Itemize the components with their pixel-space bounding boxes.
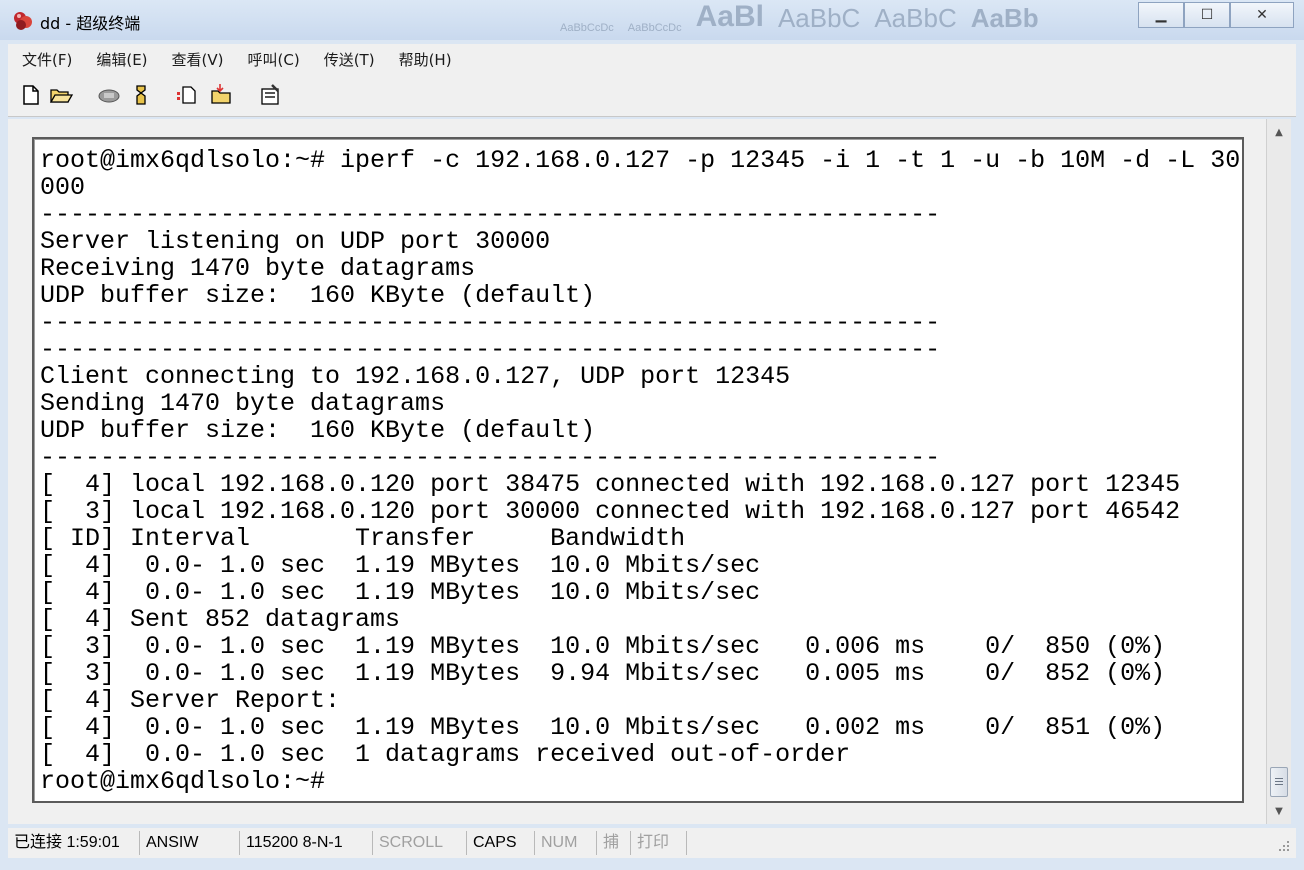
minimize-button[interactable]: ▁ [1138, 2, 1184, 28]
scroll-thumb[interactable] [1270, 767, 1288, 797]
terminal-prompt: root@imx6qdlsolo:~# [40, 767, 326, 796]
new-document-icon[interactable] [18, 82, 44, 108]
terminal-line: [ 3] local 192.168.0.120 port 30000 conn… [40, 497, 1181, 526]
terminal-line: UDP buffer size: 160 KByte (default) [40, 281, 596, 310]
terminal-line: Sending 1470 byte datagrams [40, 389, 446, 418]
phone-icon[interactable] [96, 82, 122, 108]
terminal-line: UDP buffer size: 160 KByte (default) [40, 416, 596, 445]
terminal-line: [ 4] 0.0- 1.0 sec 1 datagrams received o… [40, 740, 851, 769]
status-print: 打印 [631, 831, 687, 855]
terminal-line: [ 4] 0.0- 1.0 sec 1.19 MBytes 10.0 Mbits… [40, 551, 761, 580]
maximize-button[interactable]: ☐ [1184, 2, 1230, 28]
terminal-line: [ 4] Sent 852 datagrams [40, 605, 401, 634]
terminal-line: [ 4] local 192.168.0.120 port 38475 conn… [40, 470, 1181, 499]
menu-help[interactable]: 帮助(H) [385, 49, 462, 70]
terminal-line: [ 4] Server Report: [40, 686, 341, 715]
disconnect-icon[interactable] [128, 82, 154, 108]
window-controls: ▁ ☐ ✕ [1138, 2, 1294, 28]
terminal-screen[interactable]: root@imx6qdlsolo:~# iperf -c 192.168.0.1… [32, 137, 1244, 803]
title-bar: dd - 超级终端 AaBbCcDc AaBbCcDc AaBl AaBbC AaBbC… [0, 0, 1304, 40]
status-num: NUM [535, 831, 597, 855]
menu-call[interactable]: 呼叫(C) [234, 49, 310, 70]
terminal-output: root@imx6qdlsolo:~# iperf -c 192.168.0.1… [40, 147, 1240, 795]
terminal-line: ----------------------------------------… [40, 308, 941, 337]
menu-view[interactable]: 查看(V) [158, 49, 234, 70]
status-scroll: SCROLL [373, 831, 467, 855]
terminal-area: root@imx6qdlsolo:~# iperf -c 192.168.0.1… [8, 119, 1266, 824]
toolbar [8, 74, 1296, 117]
close-button[interactable]: ✕ [1230, 2, 1294, 28]
scroll-up-arrow-icon[interactable]: ▲ [1267, 121, 1291, 143]
terminal-line: Receiving 1470 byte datagrams [40, 254, 476, 283]
terminal-line: [ 3] 0.0- 1.0 sec 1.19 MBytes 10.0 Mbits… [40, 632, 1166, 661]
menu-file[interactable]: 文件(F) [8, 49, 82, 70]
background-window-ribbon: AaBbCcDc AaBbCcDc AaBl AaBbC AaBbC AaBb [560, 0, 1039, 34]
status-emulation: ANSIW [140, 831, 240, 855]
status-port-settings: 115200 8-N-1 [240, 831, 373, 855]
terminal-line: Client connecting to 192.168.0.127, UDP … [40, 362, 791, 391]
send-file-icon[interactable] [174, 82, 200, 108]
terminal-line: ----------------------------------------… [40, 443, 941, 472]
scroll-down-arrow-icon[interactable]: ▼ [1267, 800, 1291, 822]
status-capture: 捕 [597, 831, 631, 855]
menu-bar: 文件(F) 编辑(E) 查看(V) 呼叫(C) 传送(T) 帮助(H) [8, 44, 1296, 74]
terminal-line: [ 3] 0.0- 1.0 sec 1.19 MBytes 9.94 Mbits… [40, 659, 1166, 688]
vertical-scrollbar[interactable]: ▲ ▼ [1266, 119, 1291, 824]
resize-grip-icon[interactable] [1278, 840, 1290, 852]
terminal-line: 000 [40, 173, 86, 202]
terminal-line: root@imx6qdlsolo:~# iperf -c 192.168.0.1… [40, 146, 1241, 175]
window-title: dd - 超级终端 [40, 14, 141, 33]
menu-transfer[interactable]: 传送(T) [310, 49, 385, 70]
terminal-line: [ ID] Interval Transfer Bandwidth [40, 524, 686, 553]
terminal-line: ----------------------------------------… [40, 335, 941, 364]
menu-edit[interactable]: 编辑(E) [82, 49, 157, 70]
status-bar: 已连接 1:59:01 ANSIW 115200 8-N-1 SCROLL CA… [8, 828, 1296, 858]
terminal-line: [ 4] 0.0- 1.0 sec 1.19 MBytes 10.0 Mbits… [40, 578, 761, 607]
properties-icon[interactable] [258, 82, 284, 108]
terminal-line: Server listening on UDP port 30000 [40, 227, 551, 256]
terminal-line: [ 4] 0.0- 1.0 sec 1.19 MBytes 10.0 Mbits… [40, 713, 1166, 742]
open-folder-icon[interactable] [48, 82, 74, 108]
hyperterminal-app-icon[interactable] [12, 10, 34, 32]
terminal-line: ----------------------------------------… [40, 200, 941, 229]
receive-file-icon[interactable] [208, 82, 234, 108]
status-connected: 已连接 1:59:01 [8, 831, 140, 855]
status-caps: CAPS [467, 831, 535, 855]
